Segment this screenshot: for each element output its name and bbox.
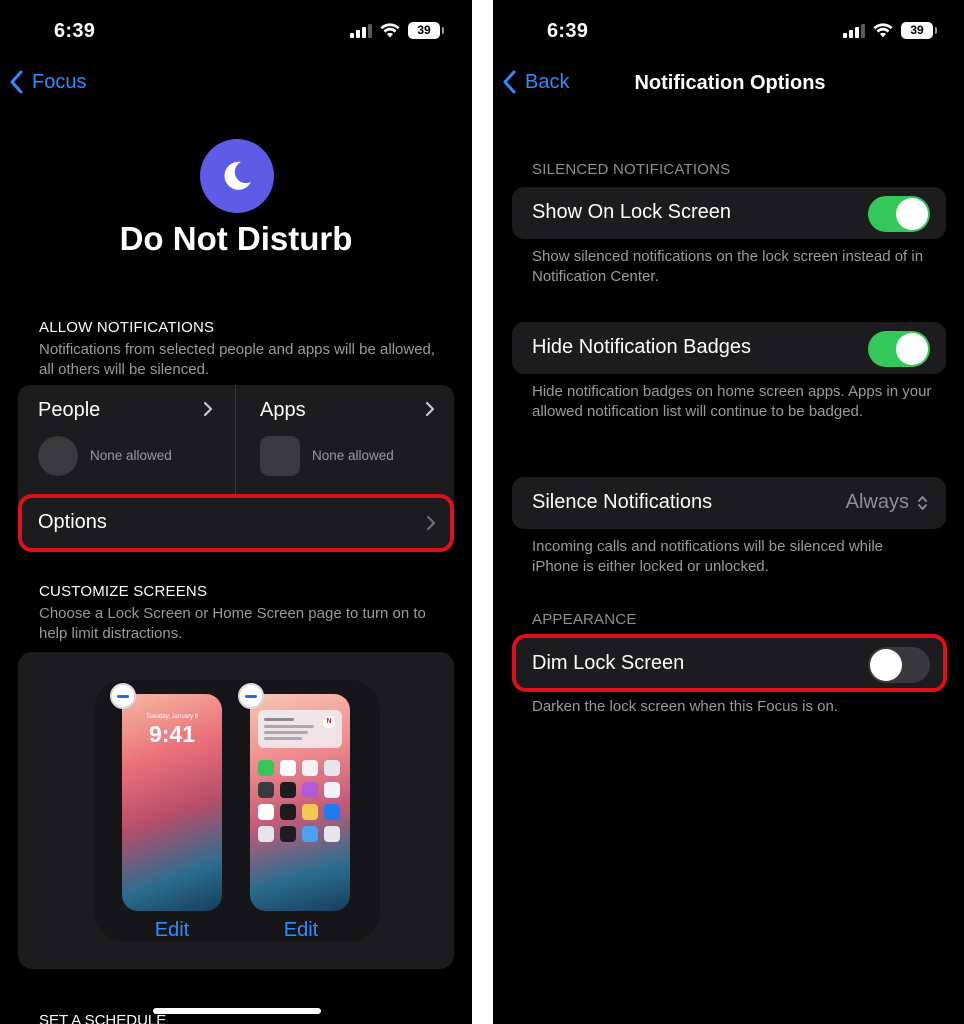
hide-notification-badges-toggle[interactable]	[868, 331, 930, 367]
people-status: None allowed	[90, 448, 172, 463]
hide-notification-badges-label: Hide Notification Badges	[532, 336, 752, 358]
camera-app-icon	[324, 760, 340, 776]
app-icon	[280, 826, 296, 842]
battery-indicator: 39	[901, 22, 937, 39]
appearance-header: APPEARANCE	[532, 611, 637, 628]
status-bar: 6:39 39	[493, 0, 964, 60]
app-store-icon	[324, 804, 340, 820]
camera-app-icon	[258, 782, 274, 798]
back-label: Back	[525, 70, 570, 93]
news-widget: N	[258, 710, 342, 748]
set-a-schedule-header: SET A SCHEDULE	[39, 1012, 167, 1024]
lock-screen-preview[interactable]: Tuesday, January 9 9:41	[122, 694, 222, 911]
chevron-left-icon	[10, 70, 23, 94]
silence-notifications-label: Silence Notifications	[532, 491, 713, 513]
show-on-lock-screen-description: Show silenced notifications on the lock …	[532, 248, 924, 285]
show-on-lock-screen-label: Show On Lock Screen	[532, 201, 731, 223]
customize-screens-header: CUSTOMIZE SCREENS	[39, 583, 208, 600]
chevron-up-down-icon	[918, 495, 927, 510]
home-screen-preview[interactable]: N	[250, 694, 350, 911]
clock-app-icon	[280, 804, 296, 820]
status-time: 6:39	[547, 20, 589, 42]
hide-notification-badges-row: Hide Notification Badges	[512, 322, 946, 374]
app-icon-grid	[258, 760, 344, 842]
silence-notifications-row[interactable]: Silence Notifications Always	[512, 477, 946, 529]
apps-placeholder-icon	[260, 436, 300, 476]
home-indicator[interactable]	[153, 1008, 321, 1014]
show-on-lock-screen-toggle[interactable]	[868, 196, 930, 232]
apps-cell[interactable]: Apps None allowed	[240, 385, 457, 497]
facetime-app-icon	[258, 760, 274, 776]
chevron-right-icon	[203, 401, 213, 417]
focus-settings-screen: 6:39 39 Focus Do Not Disturb ALLOW NOTIF…	[0, 0, 472, 1024]
silence-notifications-description: Incoming calls and notifications will be…	[532, 538, 884, 575]
divider	[235, 385, 236, 497]
podcasts-app-icon	[302, 782, 318, 798]
silence-notifications-value: Always	[845, 491, 909, 513]
edit-lock-screen-button[interactable]: Edit	[122, 919, 222, 942]
allow-notifications-header: ALLOW NOTIFICATIONS	[39, 319, 215, 336]
calendar-app-icon	[280, 760, 296, 776]
focus-title: Do Not Disturb	[119, 220, 353, 257]
back-label: Focus	[32, 70, 87, 93]
notification-options-screen: 6:39 39 Back Notification Options SILENC…	[493, 0, 964, 1024]
wifi-icon	[380, 23, 400, 38]
reminders-app-icon	[324, 782, 340, 798]
wifi-icon	[873, 23, 893, 38]
allow-notifications-description: Notifications from selected people and a…	[39, 341, 436, 378]
status-time: 6:39	[54, 20, 96, 42]
back-button[interactable]: Back	[503, 70, 569, 94]
apps-status: None allowed	[312, 448, 394, 463]
news-icon: N	[323, 716, 335, 728]
lock-screen-time: 9:41	[148, 721, 196, 747]
maps-app-icon	[258, 826, 274, 842]
back-button[interactable]: Focus	[10, 70, 86, 94]
cellular-signal-icon	[843, 23, 865, 38]
people-label: People	[38, 399, 101, 421]
moon-icon	[200, 139, 274, 213]
highlight-box	[18, 494, 454, 552]
people-cell[interactable]: People None allowed	[18, 385, 235, 497]
health-app-icon	[258, 804, 274, 820]
wallet-app-icon	[302, 804, 318, 820]
edit-home-screen-button[interactable]: Edit	[251, 919, 351, 942]
battery-indicator: 39	[408, 22, 444, 39]
apps-label: Apps	[260, 399, 306, 421]
status-bar: 6:39 39	[0, 0, 472, 60]
tv-app-icon	[280, 782, 296, 798]
remove-lock-screen-button[interactable]	[110, 683, 136, 709]
lock-screen-date: Tuesday, January 9	[145, 714, 199, 720]
chevron-right-icon	[425, 401, 435, 417]
people-apps-card: People None allowed Apps None allowed	[18, 385, 454, 497]
photos-app-icon	[302, 760, 318, 776]
chevron-left-icon	[503, 70, 516, 94]
remove-home-screen-button[interactable]	[238, 683, 264, 709]
highlight-box	[512, 634, 947, 692]
hide-notification-badges-description: Hide notification badges on home screen …	[532, 383, 932, 420]
customize-screens-card	[18, 652, 454, 969]
people-placeholder-avatar	[38, 436, 78, 476]
silenced-notifications-header: SILENCED NOTIFICATIONS	[532, 161, 731, 178]
show-on-lock-screen-row: Show On Lock Screen	[512, 187, 946, 239]
cellular-signal-icon	[350, 23, 372, 38]
dim-lock-screen-description: Darken the lock screen when this Focus i…	[532, 698, 838, 715]
customize-screens-description: Choose a Lock Screen or Home Screen page…	[39, 605, 426, 642]
weather-app-icon	[302, 826, 318, 842]
page-title: Notification Options	[634, 72, 826, 94]
settings-app-icon	[324, 826, 340, 842]
